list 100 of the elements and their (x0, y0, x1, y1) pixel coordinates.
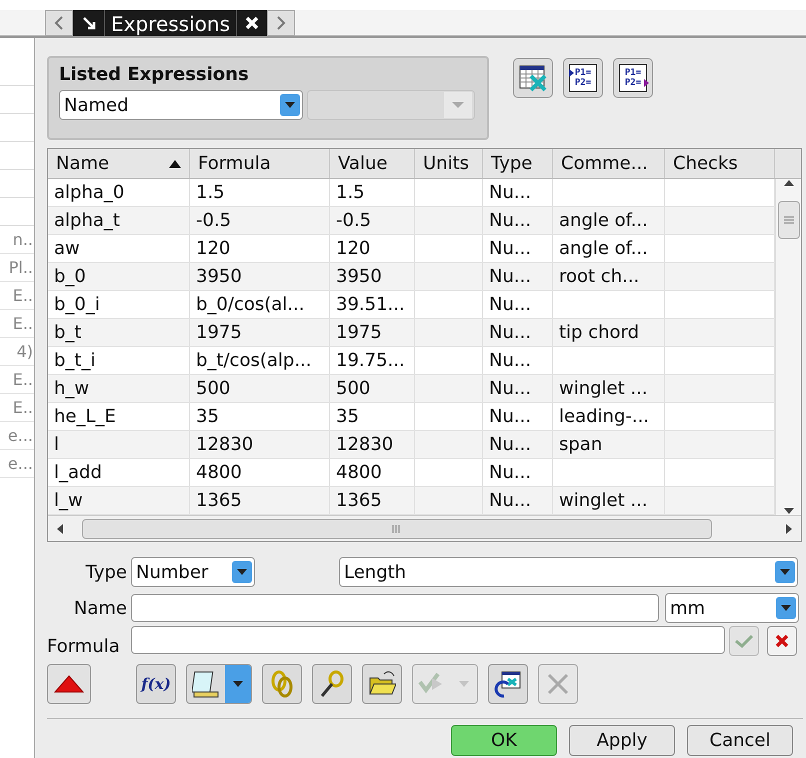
side-panel-item[interactable]: E.. (12, 366, 33, 393)
column-header[interactable]: Comme... (553, 149, 665, 178)
side-panel-item[interactable]: E.. (12, 394, 33, 421)
table-cell: 120 (196, 238, 230, 260)
scroll-right-icon (785, 524, 793, 534)
table-cell: Nu... (489, 182, 532, 204)
scrollbar-thumb[interactable] (82, 518, 712, 539)
table-cell: Nu... (489, 294, 532, 316)
table-cell: Nu... (489, 350, 532, 372)
table-cell: Nu... (489, 490, 532, 512)
table-cell: span (559, 434, 602, 456)
scroll-left-icon (56, 524, 64, 534)
import-button[interactable]: P1= P2= (563, 58, 603, 98)
collapse-button[interactable] (47, 664, 91, 704)
unit-dropdown[interactable]: mm (665, 593, 799, 623)
name-field[interactable] (131, 594, 659, 622)
column-header[interactable]: Units (415, 149, 483, 178)
table-cell: 35 (196, 406, 219, 428)
type-label: Type (84, 560, 128, 584)
table-cell: Nu... (489, 378, 532, 400)
import-list-icon: P1= P2= (569, 64, 597, 92)
table-cell: 1975 (336, 322, 382, 344)
scroll-left-button[interactable] (45, 10, 73, 36)
table-cell: Nu... (489, 210, 532, 232)
close-icon (244, 16, 259, 30)
checkmark-icon (735, 634, 753, 648)
vertical-scrollbar[interactable] (775, 179, 801, 516)
table-cell: 3950 (336, 266, 382, 288)
dialog-button[interactable]: Cancel (687, 725, 793, 756)
group-title: Listed Expressions (59, 63, 250, 87)
table-cell: l_w (54, 490, 83, 512)
formula-field[interactable] (131, 626, 725, 654)
table-cell: 3950 (196, 266, 242, 288)
table-cell: h_w (54, 378, 90, 400)
side-panel-item[interactable]: E.. (12, 282, 33, 309)
table-cell: 1975 (196, 322, 242, 344)
name-label: Name (72, 596, 128, 620)
triangle-up-icon (54, 675, 84, 693)
function-button[interactable]: f(x) (136, 664, 176, 704)
table-cell: 120 (336, 238, 370, 260)
table-refresh-icon (494, 670, 522, 698)
column-header[interactable]: Value (330, 149, 415, 178)
export-button[interactable]: P1= P2= (613, 58, 653, 98)
dropdown-arrow-icon (233, 681, 243, 687)
table-cell: b_0/cos(al... (196, 294, 304, 316)
open-button[interactable] (362, 664, 402, 704)
table-cell: he_L_E (54, 406, 116, 428)
table-cell: winglet ... (559, 378, 648, 400)
export-list-icon: P1= P2= (619, 64, 647, 92)
table-cell: winglet ... (559, 490, 648, 512)
table-cell: b_t (54, 322, 82, 344)
column-header[interactable]: Checks (665, 149, 775, 178)
ruler-icon (192, 670, 220, 698)
table-cell: Nu... (489, 238, 532, 260)
side-panel-item[interactable]: Pl.. (8, 254, 33, 281)
refresh-button[interactable] (488, 664, 528, 704)
table-cell: b_t_i (54, 350, 96, 372)
column-header[interactable]: Name (48, 149, 190, 178)
table-cell: b_t/cos(alp... (196, 350, 312, 372)
spreadsheet-button[interactable] (513, 58, 553, 98)
table-cell: root ch... (559, 266, 640, 288)
table-cell: 4800 (196, 462, 242, 484)
chain-button[interactable] (312, 664, 352, 704)
horizontal-scrollbar[interactable] (48, 515, 801, 541)
measure-button[interactable] (186, 664, 252, 704)
table-cell: alpha_t (54, 210, 120, 232)
table-cell: b_0_i (54, 294, 100, 316)
table-cell: 12830 (336, 434, 394, 456)
table-cell: Nu... (489, 406, 532, 428)
type-dropdown[interactable]: Number (131, 557, 255, 587)
filter-dropdown[interactable]: Named (59, 90, 303, 120)
side-panel-item[interactable]: e... (8, 450, 33, 477)
table-cell: alpha_0 (54, 182, 124, 204)
spreadsheet-icon (519, 64, 547, 92)
expressions-tab[interactable]: Expressions (73, 10, 267, 36)
grip-icon (784, 216, 794, 224)
close-icon (775, 634, 789, 648)
link-button[interactable] (262, 664, 302, 704)
scrollbar-thumb[interactable] (778, 201, 800, 240)
side-panel-item[interactable]: 4) (16, 338, 33, 365)
side-panel-item[interactable]: e... (8, 422, 33, 449)
chevron-left-icon (54, 16, 64, 30)
table-cell: Nu... (489, 266, 532, 288)
scroll-right-button[interactable] (266, 10, 295, 36)
column-header[interactable]: Type (483, 149, 553, 178)
grip-icon (392, 524, 402, 533)
table-cell: 4800 (336, 462, 382, 484)
table-cell: 1365 (196, 490, 242, 512)
column-header[interactable]: Formula (190, 149, 330, 178)
dialog-button[interactable]: Apply (569, 725, 675, 756)
dialog-button[interactable]: OK (451, 725, 557, 756)
table-cell: -0.5 (196, 210, 232, 232)
cancel-formula-button[interactable] (767, 626, 797, 656)
side-panel-item[interactable]: n.. (12, 226, 33, 253)
table-cell: b_0 (54, 266, 86, 288)
dimension-dropdown[interactable]: Length (339, 557, 798, 587)
dropdown-arrow-icon (459, 681, 469, 687)
table-cell: 500 (196, 378, 230, 400)
side-panel-item[interactable]: E.. (12, 310, 33, 337)
table-cell: 35 (336, 406, 359, 428)
